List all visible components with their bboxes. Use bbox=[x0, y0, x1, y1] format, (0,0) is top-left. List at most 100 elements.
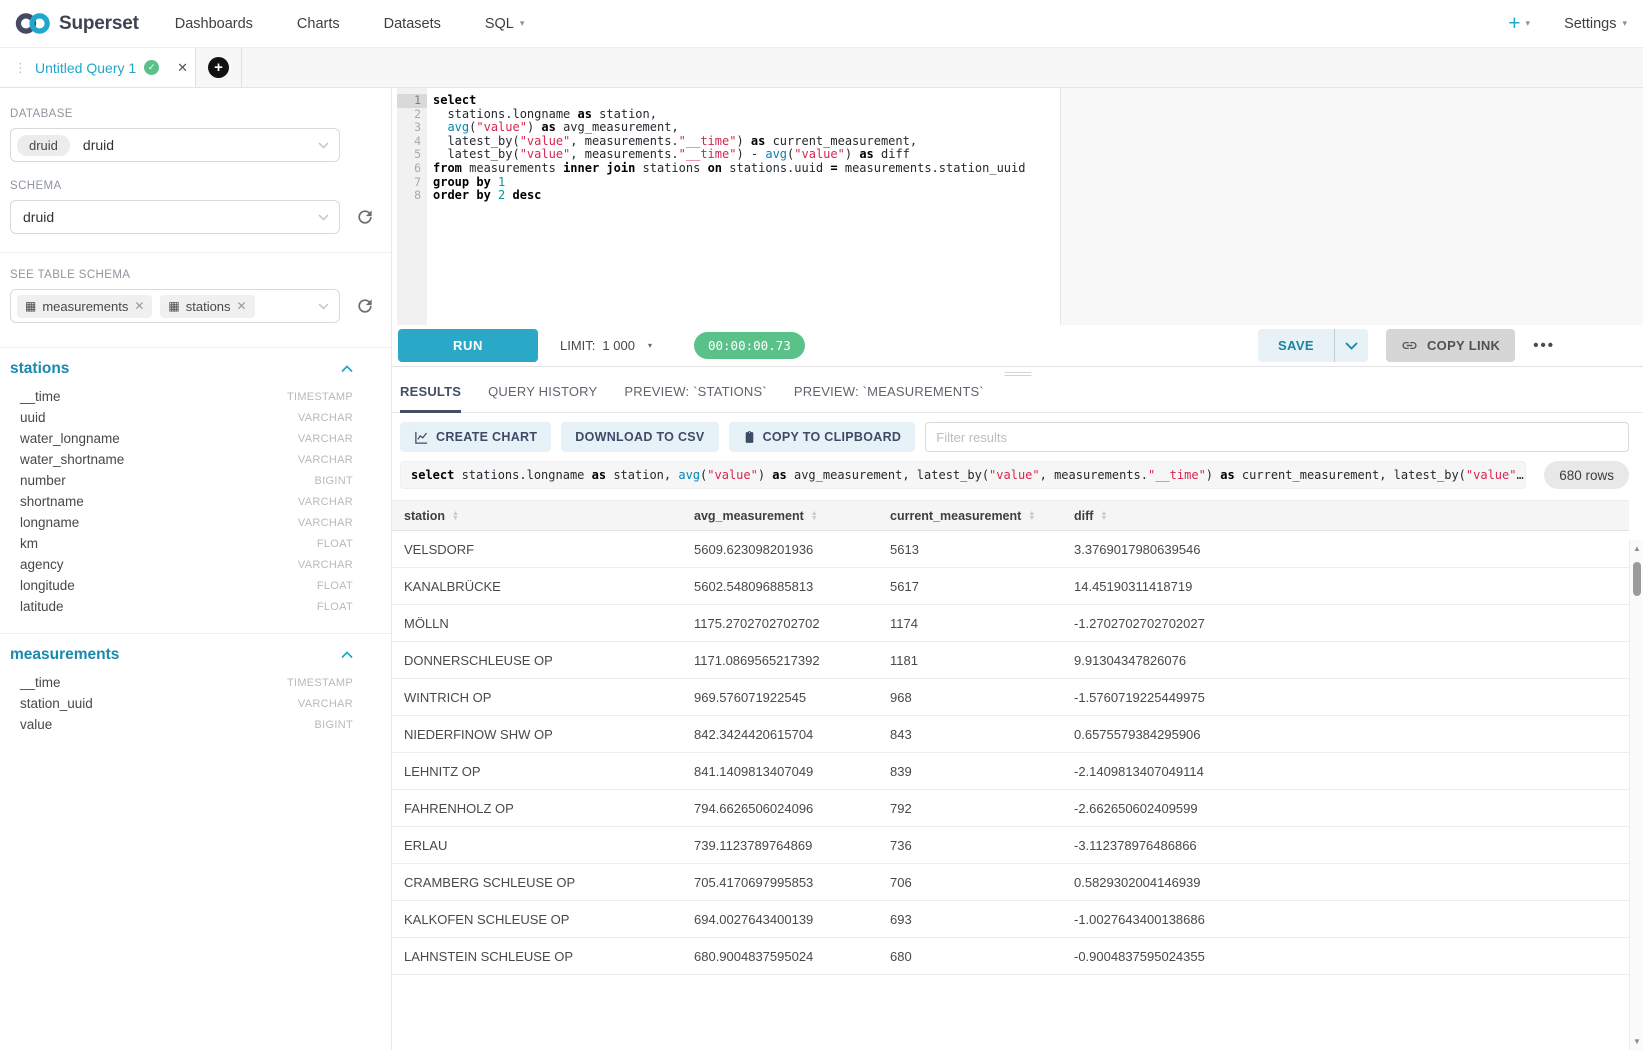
new-tab-area: + bbox=[196, 48, 242, 87]
table-chip-stations[interactable]: ▦ stations ✕ bbox=[160, 295, 254, 318]
column-header-current_measurement[interactable]: current_measurement▲▼ bbox=[890, 509, 1074, 523]
remove-chip-icon[interactable]: ✕ bbox=[237, 299, 247, 313]
save-button[interactable]: SAVE bbox=[1258, 329, 1334, 362]
more-menu-button[interactable]: ••• bbox=[1533, 337, 1555, 354]
column-header-diff[interactable]: diff▲▼ bbox=[1074, 509, 1629, 523]
tab-preview-stations[interactable]: PREVIEW: `STATIONS` bbox=[624, 377, 766, 412]
schema-column-row: latitudeFLOAT bbox=[0, 596, 391, 617]
sql-token: on bbox=[708, 161, 722, 175]
scrollbar-thumb[interactable] bbox=[1633, 562, 1641, 596]
sql-token: as bbox=[578, 107, 592, 121]
column-header-station[interactable]: station▲▼ bbox=[404, 509, 694, 523]
copy-clipboard-button[interactable]: COPY TO CLIPBOARD bbox=[729, 422, 916, 452]
tab-preview-measurements[interactable]: PREVIEW: `MEASUREMENTS` bbox=[794, 377, 984, 412]
copy-link-button[interactable]: COPY LINK bbox=[1386, 329, 1515, 362]
editor-gutter: 12345678 bbox=[397, 88, 427, 325]
column-name: number bbox=[20, 473, 66, 488]
column-type: VARCHAR bbox=[298, 698, 353, 710]
sql-token: stations.uuid bbox=[722, 161, 830, 175]
filter-results-input[interactable] bbox=[925, 422, 1629, 452]
schema-section-measurements: measurements__timeTIMESTAMPstation_uuidV… bbox=[0, 633, 391, 735]
table-cell: 794.6626506024096 bbox=[694, 801, 890, 816]
tab-results[interactable]: RESULTS bbox=[400, 377, 461, 412]
table-cell: -0.9004837595024355 bbox=[1074, 949, 1629, 964]
sql-token bbox=[433, 120, 447, 134]
table-row: CRAMBERG SCHLEUSE OP705.4170697995853706… bbox=[392, 864, 1629, 901]
sql-token: group by bbox=[433, 175, 491, 189]
scroll-down-arrow-icon[interactable]: ▼ bbox=[1630, 1037, 1643, 1046]
column-header-avg_measurement[interactable]: avg_measurement▲▼ bbox=[694, 509, 890, 523]
sql-token: avg bbox=[765, 147, 787, 161]
table-row: KANALBRÜCKE5602.548096885813561714.45190… bbox=[392, 568, 1629, 605]
download-csv-button[interactable]: DOWNLOAD TO CSV bbox=[561, 422, 718, 452]
sql-token: "__time" bbox=[1148, 468, 1206, 482]
code-line: order by 2 desc bbox=[433, 189, 1643, 203]
add-tab-button[interactable]: + bbox=[208, 57, 229, 78]
nav-dashboards[interactable]: Dashboards bbox=[175, 16, 253, 32]
sort-desc-icon: ▼ bbox=[1100, 516, 1107, 521]
sql-token: station, bbox=[606, 468, 678, 482]
table-schema-select[interactable]: ▦ measurements ✕ ▦ stations ✕ bbox=[10, 289, 340, 323]
line-number: 3 bbox=[397, 121, 427, 135]
nav-sql[interactable]: SQL ▾ bbox=[485, 16, 525, 32]
sql-token: "value" bbox=[989, 468, 1040, 482]
sort-icon: ▲▼ bbox=[1028, 511, 1035, 521]
sql-token: stations.longname bbox=[433, 107, 578, 121]
schema-header-stations[interactable]: stations bbox=[10, 360, 353, 378]
sql-token: select bbox=[411, 468, 454, 482]
refresh-schemas-icon[interactable] bbox=[355, 207, 375, 227]
collapse-chevron-icon[interactable] bbox=[341, 651, 353, 659]
plus-icon: + bbox=[1508, 13, 1520, 34]
schema-select[interactable]: druid bbox=[10, 200, 340, 234]
main-layout: DATABASE druid druid SCHEMA druid bbox=[0, 88, 1643, 1050]
sql-editor[interactable]: 12345678 select stations.longname as sta… bbox=[397, 88, 1643, 325]
sql-token: ) bbox=[527, 120, 541, 134]
sql-token: ) - bbox=[736, 147, 765, 161]
schema-header-measurements[interactable]: measurements bbox=[10, 646, 353, 664]
table-cell: 843 bbox=[890, 727, 1074, 742]
table-cell: 0.6575579384295906 bbox=[1074, 727, 1629, 742]
database-select[interactable]: druid druid bbox=[10, 128, 340, 162]
collapse-chevron-icon[interactable] bbox=[341, 365, 353, 373]
sql-token: desc bbox=[513, 188, 542, 202]
new-item-button[interactable]: + ▾ bbox=[1508, 13, 1530, 34]
results-scrollbar[interactable]: ▲ ▼ bbox=[1629, 540, 1643, 1050]
close-tab-icon[interactable]: ✕ bbox=[177, 60, 188, 76]
sql-token: measurements bbox=[462, 161, 563, 175]
table-cell: 9.91304347826076 bbox=[1074, 653, 1629, 668]
code-line: latest_by("value", measurements."__time"… bbox=[433, 148, 1643, 162]
superset-logo[interactable]: Superset bbox=[14, 10, 139, 37]
table-cell: KANALBRÜCKE bbox=[404, 579, 694, 594]
table-cell: 5613 bbox=[890, 542, 1074, 557]
panel-resize-handle[interactable] bbox=[1004, 369, 1031, 379]
run-button[interactable]: RUN bbox=[398, 329, 538, 362]
query-tab[interactable]: ⋮ Untitled Query 1 ✓ ✕ bbox=[0, 48, 196, 87]
remove-chip-icon[interactable]: ✕ bbox=[134, 299, 144, 313]
schema-column-row: station_uuidVARCHAR bbox=[0, 693, 391, 714]
tab-query-history[interactable]: QUERY HISTORY bbox=[488, 377, 597, 412]
sql-token bbox=[505, 188, 512, 202]
table-cell: -1.2702702702702027 bbox=[1074, 616, 1629, 631]
limit-dropdown[interactable]: LIMIT: 1 000 ▾ bbox=[560, 338, 652, 353]
sql-token: 1 bbox=[498, 175, 505, 189]
line-number: 4 bbox=[397, 135, 427, 149]
table-row: KALKOFEN SCHLEUSE OP694.0027643400139693… bbox=[392, 901, 1629, 938]
column-name: shortname bbox=[20, 494, 84, 509]
table-chip-measurements[interactable]: ▦ measurements ✕ bbox=[17, 295, 152, 318]
sql-token: stations.longname bbox=[454, 468, 591, 482]
column-header-label: diff bbox=[1074, 509, 1093, 523]
schema-column-row: water_shortnameVARCHAR bbox=[0, 449, 391, 470]
save-options-button[interactable] bbox=[1334, 329, 1368, 362]
sort-icon: ▲▼ bbox=[452, 511, 459, 521]
drag-dots-icon[interactable]: ⋮ bbox=[14, 61, 27, 74]
settings-menu[interactable]: Settings ▾ bbox=[1564, 16, 1627, 32]
table-name: measurements bbox=[10, 646, 119, 664]
nav-charts[interactable]: Charts bbox=[297, 16, 340, 32]
create-chart-button[interactable]: CREATE CHART bbox=[400, 422, 551, 452]
nav-datasets[interactable]: Datasets bbox=[384, 16, 441, 32]
table-row: WINTRICH OP969.576071922545968-1.5760719… bbox=[392, 679, 1629, 716]
code-line: group by 1 bbox=[433, 176, 1643, 190]
scroll-up-arrow-icon[interactable]: ▲ bbox=[1630, 544, 1643, 553]
refresh-tables-icon[interactable] bbox=[355, 296, 375, 316]
editor-code[interactable]: select stations.longname as station, avg… bbox=[427, 88, 1643, 325]
